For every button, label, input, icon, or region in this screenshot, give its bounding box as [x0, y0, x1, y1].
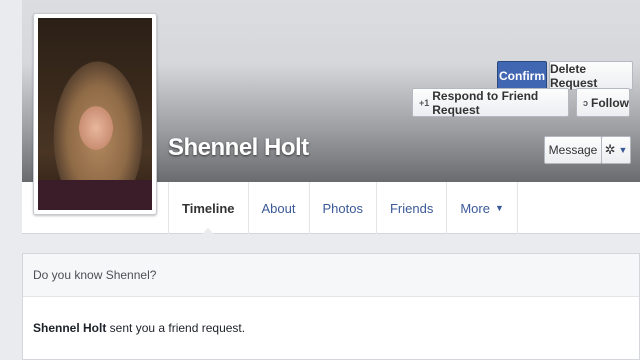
friend-request-text: Shennel Holt sent you a friend request.	[33, 321, 245, 335]
tab-photos[interactable]: Photos	[308, 182, 376, 234]
rss-icon: ↄ	[583, 97, 589, 108]
tab-label: Friends	[389, 200, 434, 216]
tab-label: About	[261, 200, 296, 216]
friend-request-box: Do you know Shennel? Shennel Holt sent y…	[22, 253, 640, 360]
message-button-label: Message	[548, 143, 598, 157]
profile-name[interactable]: Shennel Holt	[168, 134, 309, 162]
friend-request-body: Shennel Holt sent you a friend request.	[23, 297, 639, 359]
respond-to-friend-request-button[interactable]: +1 Respond to Friend Request	[412, 88, 569, 117]
profile-picture-detail	[38, 180, 152, 210]
tab-timeline[interactable]: Timeline	[168, 182, 248, 235]
message-button[interactable]: Message	[544, 136, 602, 164]
person-add-icon: +1	[419, 97, 430, 108]
chevron-down-icon: ▼	[494, 203, 504, 213]
follow-button[interactable]: ↄ Follow	[576, 88, 630, 117]
tab-label: Photos	[322, 200, 363, 216]
tab-about[interactable]: About	[247, 182, 309, 234]
tab-label: Timeline	[182, 200, 235, 216]
delete-request-button[interactable]: Delete Request	[549, 61, 633, 90]
respond-button-label: Respond to Friend Request	[432, 88, 539, 117]
profile-tabs: Timeline About Photos Friends More ▼	[168, 182, 518, 235]
settings-dropdown-button[interactable]: ✲ ▼	[601, 136, 631, 164]
profile-picture[interactable]	[38, 18, 152, 210]
friend-request-sender[interactable]: Shennel Holt	[33, 321, 106, 335]
friend-request-message: sent you a friend request.	[106, 321, 246, 335]
chevron-down-icon: ▼	[618, 145, 628, 155]
confirm-button[interactable]: Confirm	[497, 61, 547, 90]
profile-picture-frame[interactable]	[33, 13, 157, 215]
tab-label: More	[460, 200, 490, 216]
follow-button-label: Follow	[591, 95, 630, 110]
friend-request-header: Do you know Shennel?	[23, 254, 639, 297]
page-background	[0, 0, 22, 360]
tab-friends[interactable]: Friends	[375, 182, 446, 234]
gear-icon: ✲	[604, 142, 616, 157]
tab-more[interactable]: More ▼	[446, 182, 518, 234]
